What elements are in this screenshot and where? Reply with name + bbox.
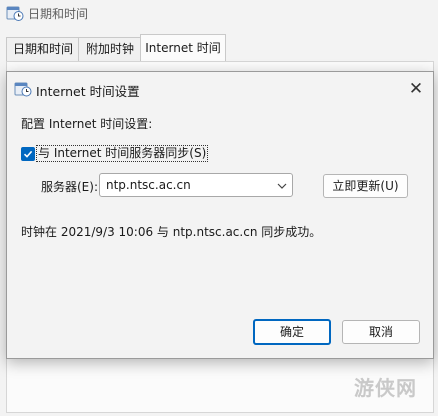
- update-now-button[interactable]: 立即更新(U): [323, 174, 408, 198]
- clock-settings-icon: [14, 81, 32, 97]
- dialog-titlebar: Internet 时间设置 ✕: [7, 72, 433, 106]
- tab-internet-time[interactable]: Internet 时间: [140, 34, 226, 62]
- site-watermark: 游侠网: [354, 376, 417, 400]
- config-label: 配置 Internet 时间设置:: [21, 117, 153, 131]
- ok-button[interactable]: 确定: [253, 319, 331, 345]
- checkmark-icon: [23, 150, 33, 158]
- date-time-icon: [6, 4, 24, 22]
- server-label: 服务器(E):: [41, 180, 98, 194]
- internet-time-settings-dialog: Internet 时间设置 ✕ 配置 Internet 时间设置: 与 Inte…: [6, 71, 434, 359]
- sync-checkbox-label[interactable]: 与 Internet 时间服务器同步(S): [36, 145, 209, 162]
- tab-additional-clocks[interactable]: 附加时钟: [78, 37, 142, 61]
- server-value[interactable]: ntp.ntsc.ac.cn: [106, 178, 191, 192]
- close-icon[interactable]: ✕: [403, 76, 429, 102]
- cancel-button[interactable]: 取消: [342, 320, 420, 344]
- window-titlebar: 日期和时间: [0, 0, 438, 28]
- dialog-title: Internet 时间设置: [36, 84, 140, 99]
- sync-checkbox[interactable]: [21, 147, 35, 161]
- chevron-down-icon[interactable]: [276, 180, 288, 190]
- server-combobox[interactable]: ntp.ntsc.ac.cn: [99, 173, 293, 197]
- window-title: 日期和时间: [28, 7, 89, 21]
- sync-status-text: 时钟在 2021/9/3 10:06 与 ntp.ntsc.ac.cn 同步成功…: [21, 225, 322, 239]
- tab-date-time[interactable]: 日期和时间: [6, 37, 80, 61]
